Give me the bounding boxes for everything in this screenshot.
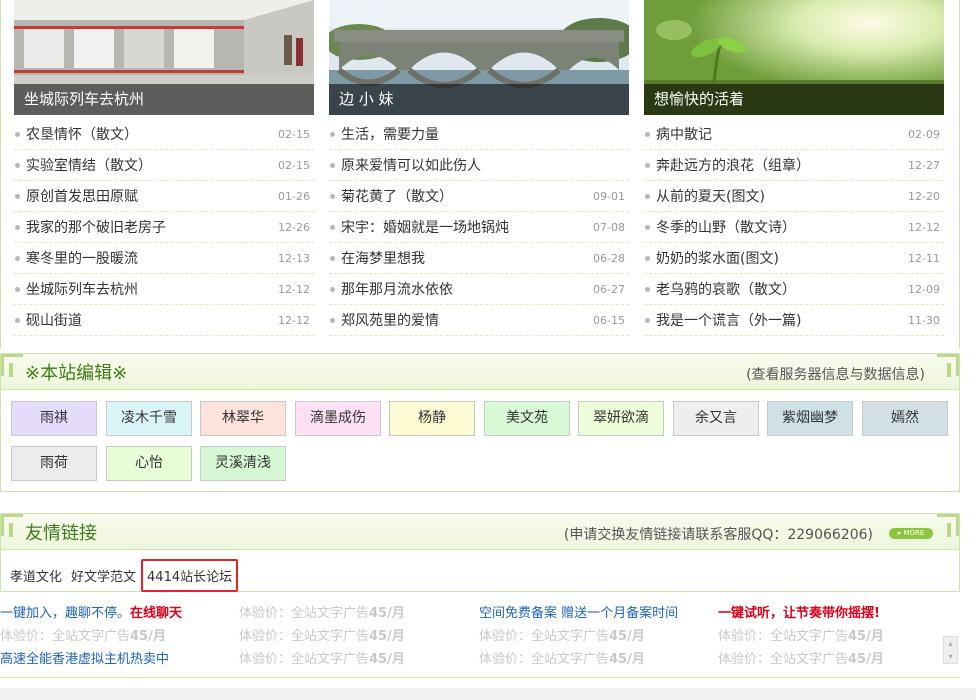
editor-tag[interactable]: 林翠华 (200, 401, 286, 436)
side-float-icon[interactable]: ▴ ▾ (943, 636, 958, 664)
editor-tag[interactable]: 紫烟幽梦 (767, 401, 853, 436)
friend-link[interactable]: 孝道文化 (10, 566, 62, 585)
ad-slot[interactable]: 体验价：全站文字广告45/月 (718, 625, 884, 644)
more-button[interactable]: ▸ MORE (889, 528, 933, 539)
ad-slot[interactable]: 体验价：全站文字广告45/月 (239, 648, 405, 667)
friend-link-highlighted[interactable]: 4414站长论坛 (141, 559, 239, 592)
ad-link[interactable]: 一键加入，趣聊不停。在线聊天 (0, 602, 182, 621)
editor-tag[interactable]: 雨荷 (11, 446, 97, 481)
list-item[interactable]: 老乌鸦的哀歌（散文） 12-09 (644, 274, 944, 305)
column-caption[interactable]: 坐城际列车去杭州 (14, 84, 314, 115)
footer-band (0, 688, 976, 700)
article-column-2: 边 小 妹 生活，需要力量 原来爱情可以如此伤人 菊花黄了（散文） 09-01 宋… (329, 0, 629, 336)
corner-ornament-icon (1, 354, 23, 377)
ad-slot[interactable]: 体验价：全站文字广告45/月 (479, 648, 645, 667)
list-item[interactable]: 宋宇：婚姻就是一场地锅炖 07-08 (329, 212, 629, 243)
list-item[interactable]: 奔赴远方的浪花（组章） 12-27 (644, 150, 944, 181)
list-item[interactable]: 冬季的山野（散文诗） 12-12 (644, 212, 944, 243)
editor-tag[interactable]: 嫣然 (862, 401, 948, 436)
ad-slot[interactable]: 体验价：全站文字广告45/月 (239, 625, 405, 644)
ad-link[interactable]: 一键试听，让节奏带你摇摆! (718, 602, 880, 621)
ad-slot[interactable]: 体验价：全站文字广告45/月 (718, 648, 884, 667)
editor-tag[interactable]: 滴墨成伤 (295, 401, 381, 436)
article-list: 农垦情怀（散文） 02-15 实验室情结（散文） 02-15 原创首发思田原赋 01-… (14, 119, 314, 336)
sprout-sunlight-photo[interactable]: 想愉快的活着 (644, 0, 944, 115)
list-item[interactable]: 原创首发思田原赋 01-26 (14, 181, 314, 212)
friend-links-header: 友情链接 (申请交换友情链接请联系客服QQ：229066206) ▸ MORE (1, 514, 959, 550)
ad-slot[interactable]: 体验价：全站文字广告45/月 (479, 625, 645, 644)
list-item[interactable]: 病中散记 02-09 (644, 119, 944, 150)
subway-train-photo[interactable]: 坐城际列车去杭州 (14, 0, 314, 115)
editors-panel: ※本站编辑※ (查看服务器信息与数据信息) 雨祺 凌木千雪 林翠华 滴墨成伤 杨… (0, 353, 960, 492)
editor-tag[interactable]: 杨静 (389, 401, 475, 436)
editors-panel-header: ※本站编辑※ (查看服务器信息与数据信息) (1, 354, 959, 390)
article-column-3: 想愉快的活着 病中散记 02-09 奔赴远方的浪花（组章） 12-27 从前的夏天(… (644, 0, 944, 336)
friend-links-row: 孝道文化 好文学范文 4414站长论坛 (10, 559, 247, 592)
article-list: 病中散记 02-09 奔赴远方的浪花（组章） 12-27 从前的夏天(图文) 12-2… (644, 119, 944, 336)
editor-tag[interactable]: 心怡 (106, 446, 192, 481)
friend-links-title: 友情链接 (25, 523, 97, 544)
corner-ornament-icon (1, 514, 23, 537)
list-item[interactable]: 在海梦里想我 06-28 (329, 243, 629, 274)
ad-link[interactable]: 高速全能香港虚拟主机热卖中 (0, 648, 169, 667)
column-caption[interactable]: 想愉快的活着 (644, 84, 944, 115)
friend-link[interactable]: 好文学范文 (71, 566, 136, 585)
editors-title: ※本站编辑※ (25, 363, 128, 384)
link-exchange-note: (申请交换友情链接请联系客服QQ：229066206) (563, 527, 873, 543)
list-item[interactable]: 我是一个谎言（外一篇) 11-30 (644, 305, 944, 336)
corner-ornament-icon (937, 354, 959, 377)
column-caption[interactable]: 边 小 妹 (329, 84, 629, 115)
list-item[interactable]: 从前的夏天(图文) 12-20 (644, 181, 944, 212)
list-item[interactable]: 坐城际列车去杭州 12-12 (14, 274, 314, 305)
friend-links-panel: 友情链接 (申请交换友情链接请联系客服QQ：229066206) ▸ MORE … (0, 513, 960, 592)
list-item[interactable]: 奶奶的浆水面(图文) 12-11 (644, 243, 944, 274)
list-item[interactable]: 生活，需要力量 (329, 119, 629, 150)
ad-slot[interactable]: 体验价：全站文字广告45/月 (239, 602, 405, 621)
list-item[interactable]: 那年那月流水依依 06-27 (329, 274, 629, 305)
list-item[interactable]: 农垦情怀（散文） 02-15 (14, 119, 314, 150)
editor-tag[interactable]: 翠妍欲滴 (578, 401, 664, 436)
editor-tag[interactable]: 凌木千雪 (106, 401, 192, 436)
corner-ornament-icon (937, 514, 959, 537)
server-info-link[interactable]: (查看服务器信息与数据信息) (746, 364, 925, 384)
list-item[interactable]: 菊花黄了（散文） 09-01 (329, 181, 629, 212)
list-item[interactable]: 郑风苑里的爱情 06-15 (329, 305, 629, 336)
editor-tag[interactable]: 雨祺 (11, 401, 97, 436)
article-list: 生活，需要力量 原来爱情可以如此伤人 菊花黄了（散文） 09-01 宋宇：婚姻就是… (329, 119, 629, 336)
editor-tag[interactable]: 灵溪清浅 (200, 446, 286, 481)
list-item[interactable]: 寒冬里的一股暖流 12-13 (14, 243, 314, 274)
editor-tag[interactable]: 美文苑 (484, 401, 570, 436)
stone-bridge-photo[interactable]: 边 小 妹 (329, 0, 629, 115)
list-item[interactable]: 砚山街道 12-12 (14, 305, 314, 336)
article-column-1: 坐城际列车去杭州 农垦情怀（散文） 02-15 实验室情结（散文） 02-15 原创… (14, 0, 314, 336)
ad-slot[interactable]: 体验价：全站文字广告45/月 (0, 625, 166, 644)
list-item[interactable]: 实验室情结（散文） 02-15 (14, 150, 314, 181)
list-item[interactable]: 我家的那个破旧老房子 12-26 (14, 212, 314, 243)
list-item[interactable]: 原来爱情可以如此伤人 (329, 150, 629, 181)
editor-tag[interactable]: 余又言 (673, 401, 759, 436)
ad-link[interactable]: 空间免费备案 赠送一个月备案时间 (479, 602, 678, 621)
divider (0, 677, 960, 678)
